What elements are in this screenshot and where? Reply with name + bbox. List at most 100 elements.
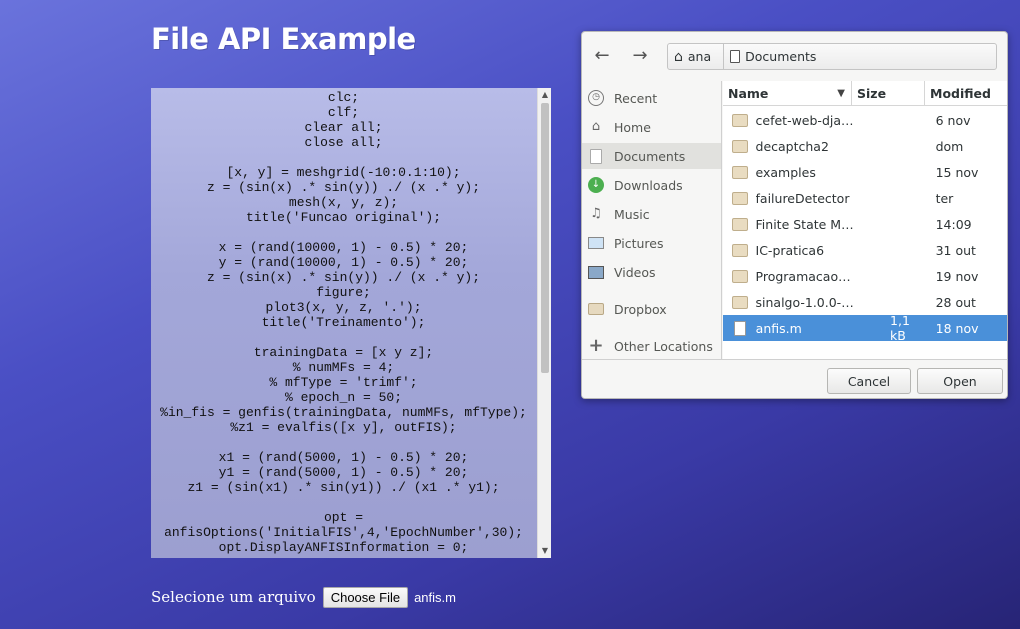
chosen-file-name: anfis.m bbox=[414, 589, 456, 605]
pictures-icon bbox=[588, 237, 604, 249]
cancel-button[interactable]: Cancel bbox=[827, 368, 911, 394]
scroll-down-arrow-icon[interactable]: ▼ bbox=[538, 544, 551, 558]
path-crumb-label: ana bbox=[687, 49, 712, 64]
column-header-modified[interactable]: Modified bbox=[925, 81, 1007, 105]
sidebar-item-label: Music bbox=[614, 206, 650, 222]
sort-down-icon: ▼ bbox=[837, 87, 845, 99]
videos-icon bbox=[588, 265, 604, 279]
code-line: z = (sin(x) .* sin(y)) ./ (x .* y); bbox=[206, 270, 481, 285]
path-crumb-documents[interactable]: Documents bbox=[724, 44, 828, 69]
folder-icon bbox=[732, 191, 748, 205]
code-line: opt = bbox=[323, 510, 363, 525]
column-header-label: Modified bbox=[930, 85, 991, 101]
code-line: z = (sin(x) .* sin(y)) ./ (x .* y); bbox=[206, 180, 481, 195]
sidebar-item-label: Home bbox=[614, 119, 651, 135]
page-title: File API Example bbox=[151, 22, 416, 56]
download-icon: ↓ bbox=[588, 177, 604, 193]
file-modified: 28 out bbox=[935, 294, 976, 310]
music-icon: ♫ bbox=[590, 206, 602, 221]
file-name: Programacao… bbox=[755, 268, 851, 284]
code-line: anfisOptions('InitialFIS',4,'EpochNumber… bbox=[164, 525, 523, 540]
file-row[interactable]: failureDetector ter bbox=[723, 185, 1007, 211]
file-row[interactable]: Finite State Ma… 14:09 bbox=[723, 211, 1007, 237]
file-list[interactable]: Name ▼ Size Modified cefet-web-djan… 6 no… bbox=[723, 81, 1007, 359]
sidebar-item-home[interactable]: ⌂ Home bbox=[582, 114, 721, 140]
folder-icon bbox=[732, 269, 748, 283]
file-modified: 6 nov bbox=[935, 112, 971, 128]
column-header-size[interactable]: Size bbox=[852, 81, 925, 105]
open-button[interactable]: Open bbox=[917, 368, 1003, 394]
sidebar-item-label: Pictures bbox=[614, 235, 664, 251]
text-file-icon bbox=[734, 320, 746, 336]
code-scrollbar[interactable]: ▲ ▼ bbox=[537, 88, 551, 558]
sidebar-item-label: Dropbox bbox=[614, 301, 667, 317]
sidebar-item-label: Recent bbox=[614, 90, 658, 106]
sidebar-item-downloads[interactable]: ↓ Downloads bbox=[582, 172, 721, 198]
code-line: x1 = (rand(5000, 1) - 0.5) * 20; bbox=[218, 450, 469, 465]
home-icon: ⌂ bbox=[674, 48, 683, 65]
file-modified: 19 nov bbox=[935, 268, 979, 284]
sidebar-item-music[interactable]: ♫ Music bbox=[582, 201, 721, 227]
code-line: % numMFs = 4; bbox=[292, 360, 395, 375]
file-name: examples bbox=[755, 164, 816, 180]
file-row[interactable]: sinalgo-1.0.0-b… 28 out bbox=[723, 289, 1007, 315]
document-icon bbox=[590, 148, 602, 164]
file-row[interactable]: decaptcha2 dom bbox=[723, 133, 1007, 159]
path-crumb-label: Documents bbox=[745, 49, 817, 64]
file-row[interactable]: cefet-web-djan… 6 nov bbox=[723, 107, 1007, 133]
path-crumb-home[interactable]: ⌂ ana bbox=[668, 44, 725, 69]
back-arrow-icon[interactable]: ← bbox=[588, 42, 616, 70]
sidebar-item-videos[interactable]: Videos bbox=[582, 259, 721, 285]
file-row[interactable]: IC-pratica6 31 out bbox=[723, 237, 1007, 263]
file-name: IC-pratica6 bbox=[755, 242, 825, 258]
scroll-up-arrow-icon[interactable]: ▲ bbox=[538, 88, 551, 102]
folder-icon bbox=[732, 165, 748, 179]
file-name: Finite State Ma… bbox=[755, 216, 856, 232]
file-chooser-dialog: ← → ⌂ ana Documents ◷ Recent ⌂ Home Docu… bbox=[581, 31, 1008, 399]
code-line: [x, y] = meshgrid(-10:0.1:10); bbox=[226, 165, 461, 180]
folder-icon bbox=[732, 217, 748, 231]
file-row[interactable]: anfis.m 1,1 kB 18 nov bbox=[723, 313, 1007, 343]
code-line: close all; bbox=[304, 135, 383, 150]
sidebar-item-pictures[interactable]: Pictures bbox=[582, 230, 721, 256]
column-header-label: Size bbox=[857, 85, 887, 101]
file-name: decaptcha2 bbox=[755, 138, 829, 154]
file-input-label: Selecione um arquivo bbox=[151, 588, 316, 606]
sidebar-item-label: Downloads bbox=[614, 177, 683, 193]
scroll-thumb[interactable] bbox=[541, 103, 549, 373]
sidebar-item-other-locations[interactable]: + Other Locations bbox=[582, 333, 721, 359]
sidebar-item-label: Documents bbox=[614, 148, 686, 164]
file-list-header: Name ▼ Size Modified bbox=[723, 81, 1007, 106]
sidebar-item-recent[interactable]: ◷ Recent bbox=[582, 85, 721, 111]
sidebar-item-documents[interactable]: Documents bbox=[582, 143, 721, 169]
forward-arrow-icon[interactable]: → bbox=[626, 42, 654, 70]
code-line: clear all; bbox=[304, 120, 383, 135]
code-line: y1 = (rand(5000, 1) - 0.5) * 20; bbox=[218, 465, 469, 480]
code-line: trainingData = [x y z]; bbox=[253, 345, 434, 360]
code-line: x = (rand(10000, 1) - 0.5) * 20; bbox=[218, 240, 469, 255]
code-line: clc; bbox=[327, 90, 360, 105]
dialog-footer: Cancel Open bbox=[582, 359, 1007, 398]
file-row[interactable]: Programacao… 19 nov bbox=[723, 263, 1007, 289]
column-header-name[interactable]: Name ▼ bbox=[723, 81, 852, 105]
code-line: %in_fis = genfis(trainingData, numMFs, m… bbox=[160, 405, 527, 420]
file-name: sinalgo-1.0.0-b… bbox=[755, 294, 856, 310]
places-sidebar: ◷ Recent ⌂ Home Documents ↓ Downloads ♫ … bbox=[582, 81, 722, 359]
file-row[interactable]: examples 15 nov bbox=[723, 159, 1007, 185]
code-line: figure; bbox=[316, 285, 371, 300]
code-line: % mfType = 'trimf'; bbox=[269, 375, 418, 390]
code-line: title('Funcao original'); bbox=[245, 210, 442, 225]
file-size: 1,1 kB bbox=[890, 313, 910, 343]
code-line: opt.DisplayANFISInformation = 0; bbox=[218, 540, 469, 555]
code-content: clc; clf; clear all; close all; [x, y] = mes… bbox=[151, 90, 536, 555]
choose-file-button[interactable]: Choose File bbox=[322, 586, 409, 608]
code-line: clf; bbox=[327, 105, 360, 120]
sidebar-item-dropbox[interactable]: Dropbox bbox=[582, 296, 721, 322]
file-modified: dom bbox=[935, 138, 964, 154]
code-textarea[interactable]: clc; clf; clear all; close all; [x, y] = mes… bbox=[151, 88, 551, 558]
